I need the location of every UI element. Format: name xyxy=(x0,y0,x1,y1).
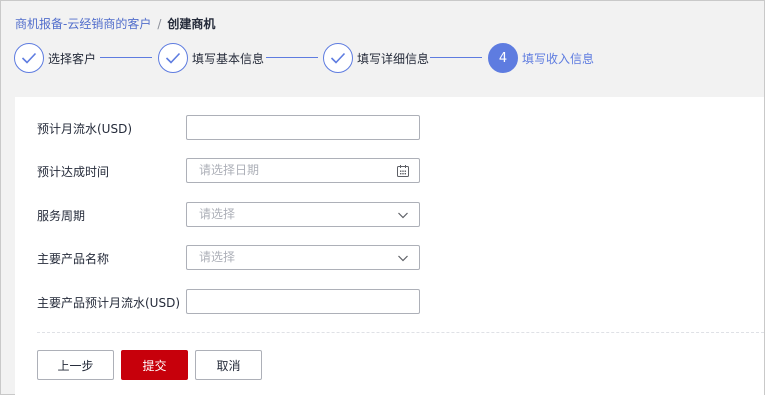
cancel-button[interactable]: 取消 xyxy=(195,350,262,380)
step-label: 填写收入信息 xyxy=(522,51,595,66)
step-label: 填写基本信息 xyxy=(192,51,265,66)
step-income-info: 4 填写收入信息 xyxy=(488,42,594,74)
step-label: 选择客户 xyxy=(48,51,97,66)
step-connector xyxy=(430,57,482,58)
breadcrumb-link-opportunity-registration[interactable]: 商机报备-云经销商的客户 xyxy=(15,15,151,32)
stepper: 选择客户 填写基本信息 填写详细信息 4 填写收入信息 xyxy=(14,42,754,74)
form-row-product-monthly-flow: 主要产品预计月流水(USD) xyxy=(15,289,764,315)
calendar-icon xyxy=(397,165,409,177)
field-label: 服务周期 xyxy=(37,209,86,223)
step-number: 4 xyxy=(488,43,518,73)
form-row-product-name: 主要产品名称 请选择 xyxy=(15,245,764,271)
field-label: 预计月流水(USD) xyxy=(37,122,133,136)
field-label: 预计达成时间 xyxy=(37,165,110,179)
select-placeholder: 请选择 xyxy=(199,250,236,264)
product-name-select[interactable]: 请选择 xyxy=(186,245,420,270)
chevron-down-icon xyxy=(398,255,408,262)
service-period-select[interactable]: 请选择 xyxy=(186,202,420,227)
step-connector xyxy=(266,57,318,58)
step-detail-info: 填写详细信息 xyxy=(323,42,429,74)
breadcrumb-current: 创建商机 xyxy=(167,17,216,31)
breadcrumb-separator: / xyxy=(157,16,162,31)
check-icon xyxy=(14,43,44,73)
step-basic-info: 填写基本信息 xyxy=(158,42,264,74)
check-icon xyxy=(323,43,353,73)
select-placeholder: 请选择 xyxy=(199,207,236,221)
step-select-customer: 选择客户 xyxy=(14,42,96,74)
form-row-service-period: 服务周期 请选择 xyxy=(15,202,764,228)
breadcrumb: 商机报备-云经销商的客户 / 创建商机 xyxy=(15,15,215,32)
prev-step-button[interactable]: 上一步 xyxy=(37,350,114,380)
chevron-down-icon xyxy=(398,212,408,219)
form-divider xyxy=(37,332,764,333)
field-label: 主要产品名称 xyxy=(37,252,110,266)
field-label: 主要产品预计月流水(USD) xyxy=(37,296,181,310)
achieve-time-datepicker[interactable]: 请选择日期 xyxy=(186,158,420,183)
monthly-flow-input[interactable] xyxy=(186,115,420,140)
step-label: 填写详细信息 xyxy=(357,51,430,66)
form-row-monthly-flow: 预计月流水(USD) xyxy=(15,115,764,141)
product-monthly-flow-input[interactable] xyxy=(186,289,420,314)
check-icon xyxy=(158,43,188,73)
income-info-form: 预计月流水(USD) 预计达成时间 请选择日期 服务周期 请选择 主要产品名称 … xyxy=(15,97,764,395)
form-row-achieve-time: 预计达成时间 请选择日期 xyxy=(15,158,764,184)
submit-button[interactable]: 提交 xyxy=(121,350,188,380)
step-connector xyxy=(100,57,152,58)
datepicker-placeholder: 请选择日期 xyxy=(199,163,260,177)
